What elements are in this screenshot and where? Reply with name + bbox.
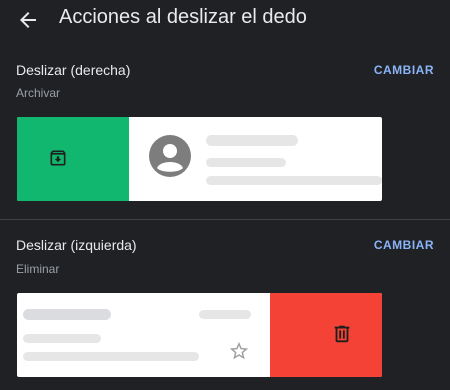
delete-action-area	[270, 293, 382, 377]
left-swipe-action-label: Eliminar	[16, 262, 60, 276]
left-swipe-preview-card	[17, 293, 382, 377]
archive-action-area	[17, 117, 129, 201]
arrow-back-icon[interactable]	[16, 8, 40, 32]
left-swipe-setting[interactable]: Deslizar (izquierda) Eliminar CAMBIAR	[0, 220, 450, 390]
placeholder-line	[206, 158, 286, 167]
right-swipe-preview-card	[17, 117, 382, 201]
star-outline-icon	[229, 341, 249, 360]
archive-icon	[50, 150, 66, 166]
placeholder-line	[23, 334, 101, 343]
right-swipe-action-label: Archivar	[16, 86, 61, 100]
left-swipe-title: Deslizar (izquierda)	[16, 237, 137, 253]
account-circle-icon	[149, 135, 191, 177]
right-swipe-change-button[interactable]: CAMBIAR	[374, 63, 434, 77]
app-bar: Acciones al deslizar el dedo	[0, 0, 450, 40]
placeholder-line	[199, 310, 251, 319]
right-swipe-title: Deslizar (derecha)	[16, 62, 131, 78]
left-swipe-change-button[interactable]: CAMBIAR	[374, 238, 434, 252]
placeholder-line	[23, 309, 111, 320]
trash-icon	[334, 325, 350, 343]
right-swipe-setting[interactable]: Deslizar (derecha) Archivar CAMBIAR	[0, 40, 450, 220]
placeholder-line	[23, 352, 199, 361]
placeholder-line	[206, 176, 382, 185]
page-title: Acciones al deslizar el dedo	[59, 6, 307, 28]
placeholder-line	[206, 135, 298, 146]
